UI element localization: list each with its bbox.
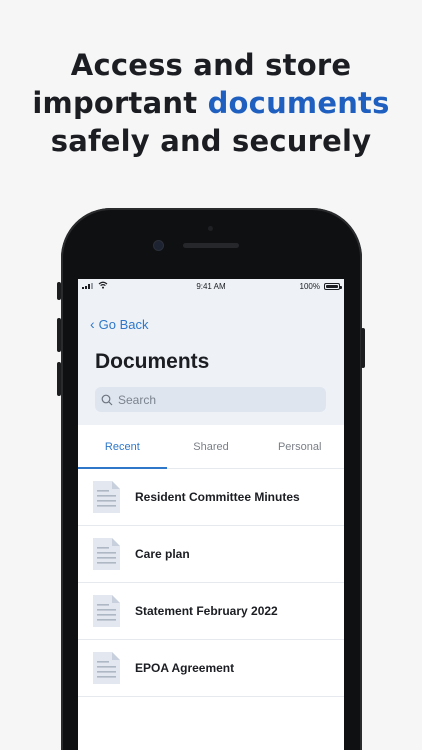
chevron-left-icon: ‹ <box>90 316 95 332</box>
phone-power-button <box>361 328 365 368</box>
phone-speaker <box>183 243 239 248</box>
document-icon <box>93 595 120 627</box>
document-icon <box>93 538 120 570</box>
document-name: Statement February 2022 <box>135 604 278 618</box>
phone-volume-up <box>57 318 61 352</box>
tab-personal[interactable]: Personal <box>255 425 344 468</box>
document-item[interactable]: Statement February 2022 <box>78 583 344 640</box>
document-name: EPOA Agreement <box>135 661 235 675</box>
headline-line-2: important documents <box>0 84 422 122</box>
document-icon <box>93 652 120 684</box>
headline-line-3: safely and securely <box>50 124 372 158</box>
headline-line-2-text: important <box>32 86 208 120</box>
search-icon <box>101 394 113 405</box>
back-button[interactable]: ‹ Go Back <box>90 317 149 332</box>
phone-camera <box>154 241 163 250</box>
phone-sensor <box>208 226 213 231</box>
app-screen: 9:41 AM 100% ‹ Go Back Documents Recent … <box>78 279 344 750</box>
headline-line-1: Access and store <box>70 48 352 82</box>
document-name: Care plan <box>135 547 190 561</box>
phone-volume-down <box>57 362 61 396</box>
document-item[interactable]: Resident Committee Minutes <box>78 469 344 526</box>
status-bar: 9:41 AM 100% <box>78 279 344 295</box>
search-bar[interactable] <box>95 387 326 412</box>
screen-header: 9:41 AM 100% ‹ Go Back Documents <box>78 279 344 425</box>
battery-percent: 100% <box>299 282 320 291</box>
tab-bar: Recent Shared Personal <box>78 425 344 469</box>
document-item[interactable]: EPOA Agreement <box>78 640 344 697</box>
phone-mute-switch <box>57 282 61 300</box>
back-label: Go Back <box>98 317 149 332</box>
document-item[interactable]: Care plan <box>78 526 344 583</box>
marketing-headline: Access and store important documents saf… <box>0 46 422 160</box>
tab-shared[interactable]: Shared <box>167 425 256 468</box>
search-input[interactable] <box>118 392 318 407</box>
tab-recent[interactable]: Recent <box>78 425 167 469</box>
document-list: Resident Committee Minutes Care plan Sta… <box>78 469 344 697</box>
document-name: Resident Committee Minutes <box>135 490 300 504</box>
headline-accent-word: documents <box>207 86 390 120</box>
document-icon <box>93 481 120 513</box>
battery-icon <box>324 283 342 290</box>
page-title: Documents <box>95 350 210 373</box>
